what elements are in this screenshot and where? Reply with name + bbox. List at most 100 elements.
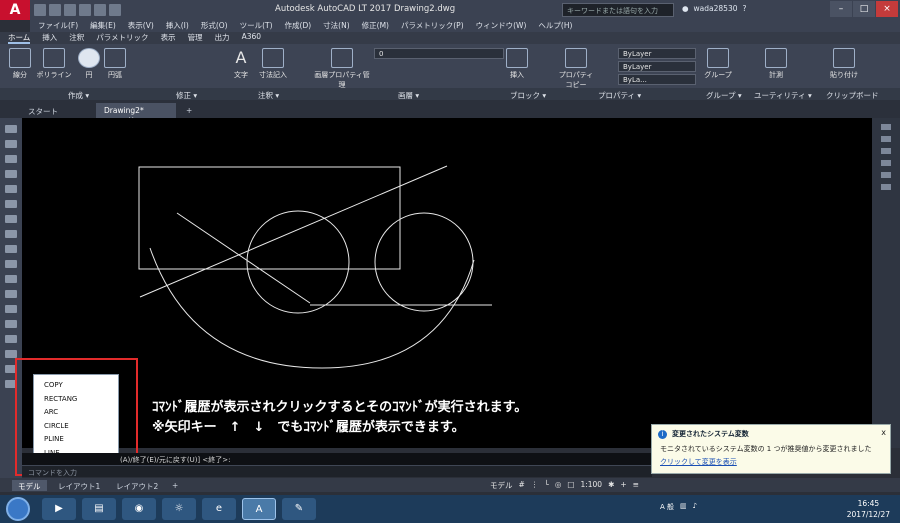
taskbar-clock[interactable]: 16:45 2017/12/27 [847, 498, 890, 520]
menu-modify[interactable]: 修正(M) [362, 20, 389, 32]
history-item-arc[interactable]: ARC [44, 406, 118, 420]
saveas-icon[interactable] [79, 4, 91, 16]
panel-icon[interactable] [881, 160, 891, 166]
tool-icon[interactable] [5, 335, 17, 343]
menu-insert[interactable]: 挿入(I) [166, 20, 189, 32]
menu-view[interactable]: 表示(V) [128, 20, 154, 32]
app-logo-icon[interactable]: A [0, 0, 30, 20]
panel-icon[interactable] [881, 184, 891, 190]
tool-icon[interactable] [5, 200, 17, 208]
autocad-task-icon[interactable]: A [242, 498, 276, 520]
line-tool[interactable]: 線分 [8, 48, 32, 80]
undo-icon[interactable] [109, 4, 121, 16]
history-item-rectang[interactable]: RECTANG [44, 393, 118, 407]
tab-insert[interactable]: 挿入 [42, 32, 57, 44]
tool-icon[interactable] [5, 275, 17, 283]
panel-icon[interactable] [881, 172, 891, 178]
tab-output[interactable]: 出力 [215, 32, 230, 44]
tab-drawing2[interactable]: Drawing2* × [96, 103, 176, 124]
user-name[interactable]: wada28530 [694, 4, 738, 13]
lineweight-dropdown[interactable]: ByLa... [618, 74, 696, 85]
panel-icon[interactable] [881, 136, 891, 142]
text-tool[interactable]: A 文字 [230, 48, 252, 80]
dimension-tool[interactable]: 寸法記入 [256, 48, 290, 80]
ie-icon[interactable]: e [202, 498, 236, 520]
polyline-tool[interactable]: ポリライン [34, 48, 74, 80]
menu-help[interactable]: ヘルプ(H) [538, 20, 572, 32]
workspace-gear-icon[interactable]: ✱ [608, 480, 614, 491]
panel-icon[interactable] [881, 148, 891, 154]
save-icon[interactable] [64, 4, 76, 16]
tab-parametric[interactable]: パラメトリック [96, 32, 148, 44]
minimize-button[interactable]: – [830, 1, 852, 17]
group-tool[interactable]: グループ [702, 48, 734, 80]
tab-view[interactable]: 表示 [161, 32, 176, 44]
volume-icon[interactable]: ♪ [693, 502, 697, 512]
insert-tool[interactable]: 挿入 [506, 48, 528, 80]
tab-annotate[interactable]: 注釈 [69, 32, 84, 44]
menu-dimension[interactable]: 寸法(N) [323, 20, 349, 32]
settings-icon[interactable]: ☼ [162, 498, 196, 520]
command-input[interactable]: コマンドを入力 [22, 465, 652, 477]
tool-icon[interactable] [5, 305, 17, 313]
paint-icon[interactable]: ✎ [282, 498, 316, 520]
menu-draw[interactable]: 作成(D) [285, 20, 312, 32]
network-icon[interactable]: ▥ [680, 502, 687, 512]
tab-home[interactable]: ホーム [8, 32, 31, 44]
match-properties-tool[interactable]: プロパティコピー [556, 48, 596, 90]
tool-icon[interactable] [5, 320, 17, 328]
help-icon[interactable]: ? [743, 4, 747, 13]
open-icon[interactable] [49, 4, 61, 16]
layout-tab-add[interactable]: + [166, 480, 184, 491]
tool-icon[interactable] [5, 185, 17, 193]
tab-manage[interactable]: 管理 [188, 32, 203, 44]
history-item-pline[interactable]: PLINE [44, 433, 118, 447]
tool-icon[interactable] [5, 215, 17, 223]
notification-link[interactable]: クリックして変更を表示 [660, 457, 882, 467]
polar-icon[interactable]: ◎ [555, 480, 562, 491]
tab-a360[interactable]: A360 [242, 32, 261, 44]
new-icon[interactable] [34, 4, 46, 16]
osnap-icon[interactable]: □ [567, 480, 574, 491]
media-player-icon[interactable]: ▶ [42, 498, 76, 520]
ortho-icon[interactable]: └ [544, 480, 549, 491]
chrome-icon[interactable]: ◉ [122, 498, 156, 520]
menu-tools[interactable]: ツール(T) [240, 20, 273, 32]
tool-icon[interactable] [5, 260, 17, 268]
history-item-circle[interactable]: CIRCLE [44, 420, 118, 434]
notification-close-button[interactable]: x [881, 428, 886, 437]
tool-icon[interactable] [5, 290, 17, 298]
layer-properties-tool[interactable]: 画層プロパティ管理 [314, 48, 370, 90]
search-input[interactable]: キーワードまたは語句を入力 [562, 3, 674, 17]
layout-tab-model[interactable]: モデル [12, 480, 47, 491]
tool-icon[interactable] [5, 230, 17, 238]
menu-window[interactable]: ウィンドウ(W) [476, 20, 527, 32]
annotation-scale[interactable]: 1:100 [580, 480, 602, 491]
tool-icon[interactable] [5, 350, 17, 358]
paste-tool[interactable]: 貼り付け [826, 48, 862, 80]
menu-edit[interactable]: 編集(E) [90, 20, 116, 32]
linetype-dropdown[interactable]: ByLayer [618, 61, 696, 72]
plus-icon[interactable]: + [620, 480, 626, 491]
tool-icon[interactable] [5, 125, 17, 133]
close-button[interactable]: × [876, 1, 898, 17]
explorer-icon[interactable]: ▤ [82, 498, 116, 520]
layout-tab-layout1[interactable]: レイアウト1 [52, 480, 106, 491]
arc-tool[interactable]: 円弧 [104, 48, 126, 80]
menu-icon[interactable]: ≡ [633, 480, 639, 491]
tool-icon[interactable] [5, 140, 17, 148]
menu-parametric[interactable]: パラメトリック(P) [401, 20, 464, 32]
color-dropdown[interactable]: ByLayer [618, 48, 696, 59]
layer-dropdown[interactable]: 0 [374, 48, 504, 59]
tool-icon[interactable] [5, 155, 17, 163]
history-item-copy[interactable]: COPY [44, 379, 118, 393]
measure-tool[interactable]: 計測 [764, 48, 788, 80]
menu-file[interactable]: ファイル(F) [38, 20, 78, 32]
new-tab-button[interactable]: + [178, 103, 200, 118]
grid-icon[interactable]: # [519, 480, 525, 491]
tool-icon[interactable] [5, 170, 17, 178]
tab-start[interactable]: スタート [20, 103, 66, 118]
maximize-button[interactable]: □ [853, 1, 875, 17]
tool-icon[interactable] [5, 245, 17, 253]
panel-icon[interactable] [881, 124, 891, 130]
